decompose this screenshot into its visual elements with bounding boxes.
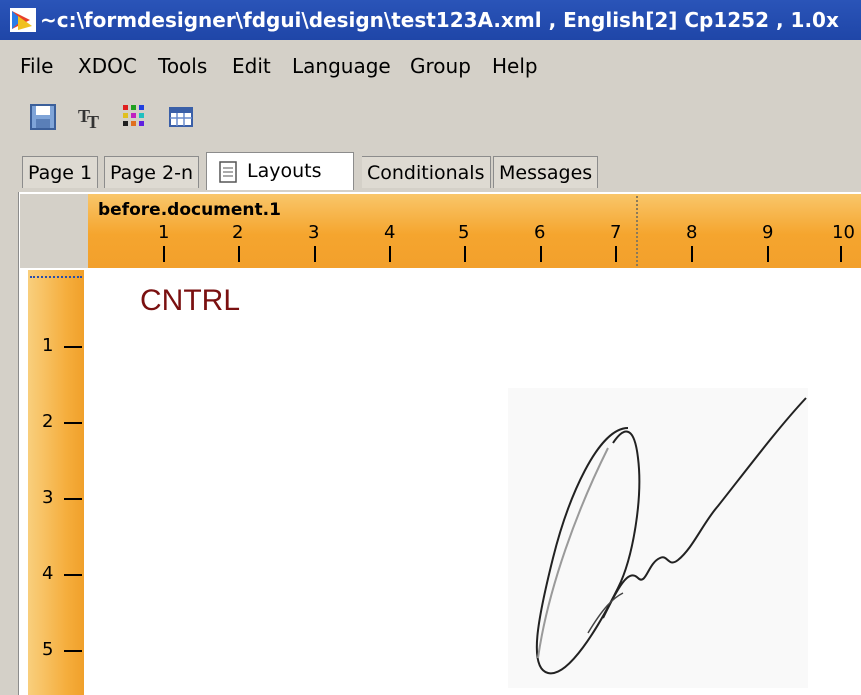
h-tick-label: 1 [158, 222, 170, 243]
save-icon[interactable] [28, 102, 58, 132]
h-tick [464, 246, 466, 262]
color-grid-icon[interactable] [120, 102, 150, 132]
menu-help[interactable]: Help [492, 54, 538, 78]
h-tick [840, 246, 842, 262]
v-tick-label: 2 [42, 411, 54, 432]
h-tick-label: 2 [232, 222, 244, 243]
font-icon[interactable]: T T [76, 102, 106, 132]
v-tick [64, 650, 82, 652]
layout-page[interactable]: CNTRL [88, 270, 861, 695]
v-tick [64, 498, 82, 500]
h-tick [163, 246, 165, 262]
h-tick-label: 7 [610, 222, 622, 243]
document-icon [219, 161, 237, 183]
h-tick-label: 10 [832, 222, 855, 243]
v-tick-label: 4 [42, 563, 54, 584]
svg-text:T: T [87, 112, 99, 132]
tab-messages[interactable]: Messages [493, 156, 599, 188]
toolbar: T T [0, 98, 861, 138]
tab-strip: Page 1 Page 2-n Layouts Conditionals Mes… [0, 148, 861, 194]
h-tick-label: 9 [762, 222, 774, 243]
tab-label: Page 2-n [110, 162, 194, 184]
tab-page-1[interactable]: Page 1 [22, 156, 99, 188]
v-tick-label: 3 [42, 487, 54, 508]
h-tick [615, 246, 617, 262]
v-tick [64, 574, 82, 576]
menu-edit[interactable]: Edit [232, 54, 271, 78]
h-tick [767, 246, 769, 262]
v-tick [64, 346, 82, 348]
h-tick-label: 8 [686, 222, 698, 243]
margin-guide [30, 276, 82, 278]
layout-name: before.document.1 [98, 200, 281, 220]
h-tick [540, 246, 542, 262]
window-title: ~c:\formdesigner\fdgui\design\test123A.x… [40, 8, 839, 32]
title-bar: ~c:\formdesigner\fdgui\design\test123A.x… [0, 0, 861, 40]
menu-group[interactable]: Group [410, 54, 471, 78]
menu-tools[interactable]: Tools [158, 54, 207, 78]
formdesigner-app-icon [10, 8, 36, 32]
menu-xdoc[interactable]: XDOC [78, 54, 137, 78]
vertical-ruler: 1 2 3 4 5 [28, 270, 84, 695]
margin-guide [636, 196, 638, 266]
h-tick [238, 246, 240, 262]
horizontal-ruler: before.document.1 1 2 3 4 5 6 7 8 9 10 [88, 194, 861, 268]
h-tick-label: 5 [458, 222, 470, 243]
tab-layouts[interactable]: Layouts [206, 152, 354, 190]
h-tick [691, 246, 693, 262]
h-tick-label: 3 [308, 222, 320, 243]
tab-label: Messages [499, 162, 593, 184]
tab-label: Page 1 [28, 162, 93, 184]
h-tick [389, 246, 391, 262]
tab-label: Layouts [247, 160, 322, 182]
tab-label: Conditionals [367, 162, 485, 184]
v-tick [64, 422, 82, 424]
v-tick-label: 1 [42, 335, 54, 356]
signature-image[interactable] [508, 388, 808, 688]
menu-file[interactable]: File [20, 54, 53, 78]
h-tick-label: 4 [384, 222, 396, 243]
table-icon[interactable] [166, 102, 196, 132]
menu-language[interactable]: Language [292, 54, 391, 78]
h-tick [314, 246, 316, 262]
v-tick-label: 5 [42, 639, 54, 660]
cntrl-field[interactable]: CNTRL [140, 284, 240, 318]
tab-conditionals[interactable]: Conditionals [362, 156, 491, 188]
tab-page-2-n[interactable]: Page 2-n [104, 156, 200, 188]
h-tick-label: 6 [534, 222, 546, 243]
ruler-corner [20, 194, 88, 268]
menu-bar: File XDOC Tools Edit Language Group Help [0, 48, 861, 84]
